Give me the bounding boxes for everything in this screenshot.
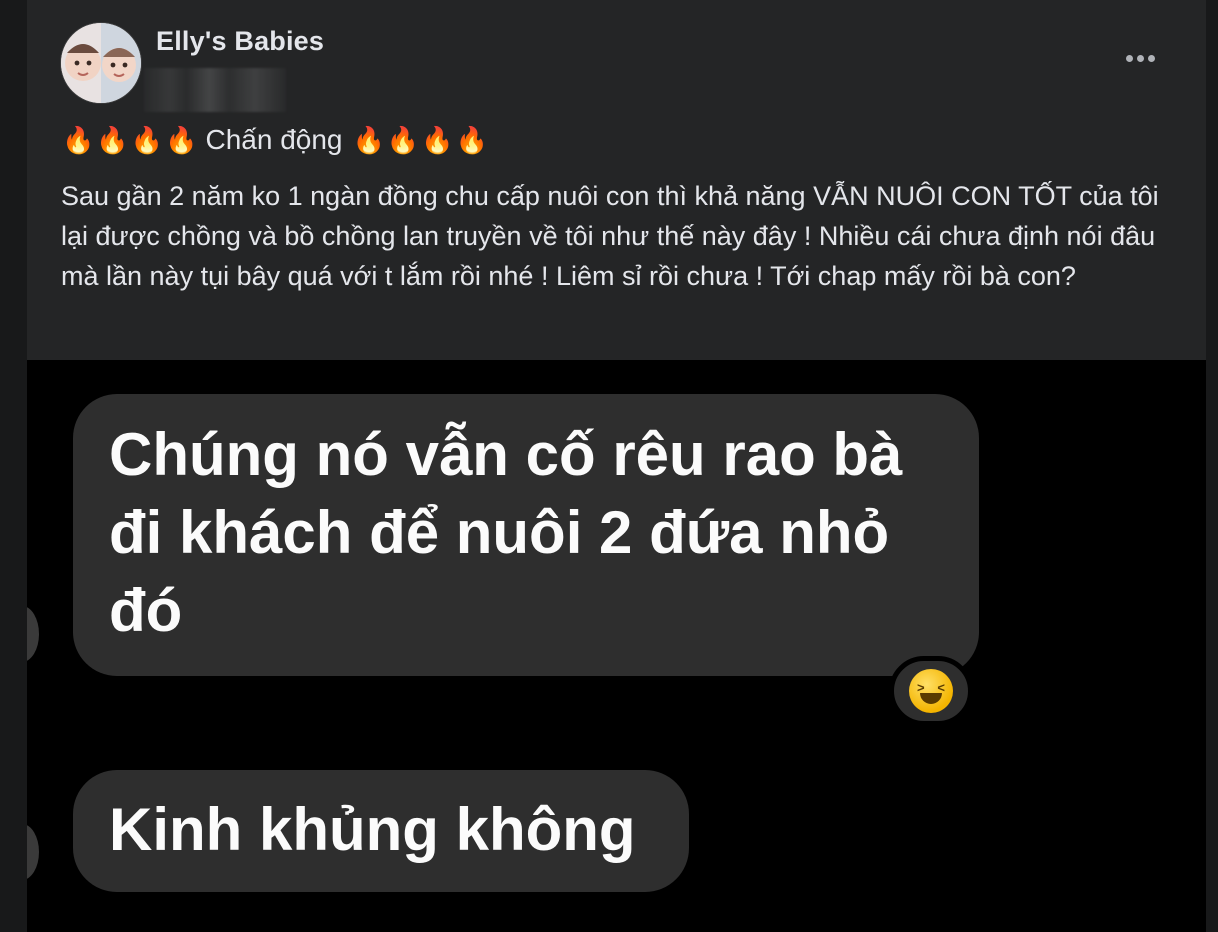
fire-icon: 🔥 (421, 124, 454, 155)
fire-icon: 🔥 (130, 124, 164, 155)
post-headline: 🔥 🔥 🔥 🔥 Chấn động 🔥 🔥 🔥 🔥 (62, 124, 490, 156)
post-body: Sau gần 2 năm ko 1 ngàn đồng chu cấp nuô… (61, 181, 1159, 291)
page-name[interactable]: Elly's Babies (156, 26, 324, 57)
sender-avatar (27, 606, 39, 662)
fire-icon: 🔥 (352, 124, 385, 155)
blurred-timestamp (144, 68, 286, 112)
fire-icon: 🔥 (165, 124, 198, 155)
sender-avatar (27, 824, 39, 880)
more-horizontal-icon (1125, 54, 1133, 62)
reaction-badge: > < (889, 656, 973, 726)
fire-icon: 🔥 (62, 124, 95, 155)
more-options-button[interactable] (1120, 44, 1160, 72)
baby-photo-icon (61, 23, 141, 103)
chat-bubble: Chúng nó vẫn cố rêu rao bà đi khách để n… (73, 394, 979, 676)
post-image[interactable]: Chúng nó vẫn cố rêu rao bà đi khách để n… (27, 360, 1206, 932)
fire-icon: 🔥 (96, 124, 129, 155)
fire-icon: 🔥 (455, 124, 489, 155)
headline-text: Chấn động (205, 124, 343, 155)
post-card: Elly's Babies 🔥 🔥 🔥 🔥 Chấn động 🔥 🔥 🔥 🔥 … (27, 0, 1206, 932)
page-avatar[interactable] (60, 22, 142, 104)
fire-icon: 🔥 (386, 124, 420, 155)
chat-bubble: Kinh khủng không (73, 770, 689, 892)
laughing-face-icon: > < (909, 669, 953, 713)
